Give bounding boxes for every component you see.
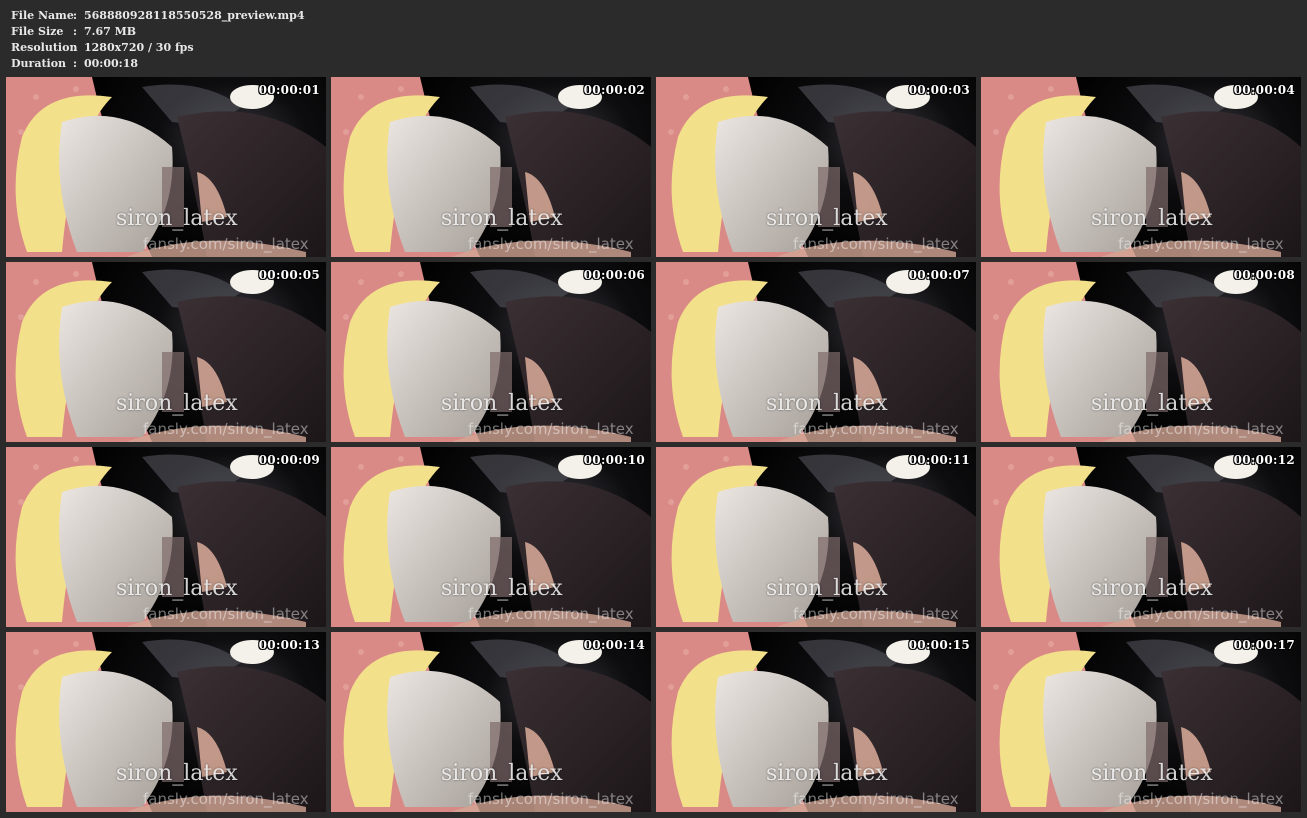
watermark-username: siron_latex [116,391,238,416]
watermark-url: fansly.com/siron_latex [1118,420,1284,438]
watermark-url: fansly.com/siron_latex [793,420,959,438]
timestamp-label: 00:00:17 [1233,638,1295,652]
watermark-username: siron_latex [441,206,563,231]
watermark-url: fansly.com/siron_latex [793,605,959,623]
watermark-username: siron_latex [766,761,888,786]
video-thumbnail[interactable]: 00:00:10 siron_latex fansly.com/siron_late… [331,447,651,627]
file-name-value: 568880928118550528_preview.mp4 [84,9,305,22]
file-size-label: File Size [11,25,64,38]
timestamp-label: 00:00:12 [1233,453,1295,467]
separator: : [73,9,78,22]
file-size-row: File Size : 7.67 MB [11,24,305,40]
file-size-value: 7.67 MB [84,25,137,38]
watermark-url: fansly.com/siron_latex [468,605,634,623]
watermark-url: fansly.com/siron_latex [143,790,309,808]
timestamp-label: 00:00:02 [583,83,645,97]
video-thumbnail[interactable]: 00:00:04 siron_latex fansly.com/siron_late… [981,77,1301,257]
watermark-username: siron_latex [116,206,238,231]
watermark-url: fansly.com/siron_latex [793,235,959,253]
watermark-url: fansly.com/siron_latex [1118,605,1284,623]
watermark-username: siron_latex [116,761,238,786]
video-thumbnail[interactable]: 00:00:09 siron_latex fansly.com/siron_late… [6,447,326,627]
watermark-username: siron_latex [766,576,888,601]
timestamp-label: 00:00:07 [908,268,970,282]
duration-value: 00:00:18 [84,57,139,70]
watermark-url: fansly.com/siron_latex [468,790,634,808]
duration-label: Duration [11,57,67,70]
resolution-label: Resolution [11,41,78,54]
video-thumbnail[interactable]: 00:00:03 siron_latex fansly.com/siron_late… [656,77,976,257]
watermark-username: siron_latex [441,391,563,416]
watermark-username: siron_latex [766,206,888,231]
video-thumbnail[interactable]: 00:00:11 siron_latex fansly.com/siron_late… [656,447,976,627]
video-thumbnail[interactable]: 00:00:07 siron_latex fansly.com/siron_late… [656,262,976,442]
timestamp-label: 00:00:06 [583,268,645,282]
watermark-username: siron_latex [1091,576,1213,601]
watermark-username: siron_latex [1091,761,1213,786]
watermark-username: siron_latex [1091,391,1213,416]
file-name-label: File Name [11,9,74,22]
timestamp-label: 00:00:13 [258,638,320,652]
file-info-panel: File Name : 568880928118550528_preview.m… [11,8,305,72]
timestamp-label: 00:00:15 [908,638,970,652]
timestamp-label: 00:00:10 [583,453,645,467]
timestamp-label: 00:00:04 [1233,83,1295,97]
watermark-url: fansly.com/siron_latex [793,790,959,808]
file-name-row: File Name : 568880928118550528_preview.m… [11,8,305,24]
watermark-url: fansly.com/siron_latex [468,235,634,253]
timestamp-label: 00:00:08 [1233,268,1295,282]
separator: : [73,57,78,70]
thumbnail-grid: 00:00:01 siron_latex fansly.com/siron_late… [6,77,1301,812]
separator: : [73,41,78,54]
timestamp-label: 00:00:14 [583,638,645,652]
watermark-url: fansly.com/siron_latex [1118,790,1284,808]
video-thumbnail[interactable]: 00:00:13 siron_latex fansly.com/siron_late… [6,632,326,812]
video-thumbnail[interactable]: 00:00:06 siron_latex fansly.com/siron_late… [331,262,651,442]
video-thumbnail[interactable]: 00:00:17 siron_latex fansly.com/siron_late… [981,632,1301,812]
watermark-url: fansly.com/siron_latex [143,420,309,438]
watermark-username: siron_latex [1091,206,1213,231]
watermark-username: siron_latex [441,576,563,601]
resolution-row: Resolution : 1280x720 / 30 fps [11,40,305,56]
watermark-url: fansly.com/siron_latex [468,420,634,438]
video-thumbnail[interactable]: 00:00:08 siron_latex fansly.com/siron_late… [981,262,1301,442]
timestamp-label: 00:00:09 [258,453,320,467]
separator: : [73,25,78,38]
video-thumbnail[interactable]: 00:00:14 siron_latex fansly.com/siron_late… [331,632,651,812]
video-thumbnail[interactable]: 00:00:15 siron_latex fansly.com/siron_late… [656,632,976,812]
resolution-value: 1280x720 / 30 fps [84,41,194,54]
watermark-url: fansly.com/siron_latex [1118,235,1284,253]
timestamp-label: 00:00:03 [908,83,970,97]
duration-row: Duration : 00:00:18 [11,56,305,72]
video-thumbnail[interactable]: 00:00:02 siron_latex fansly.com/siron_late… [331,77,651,257]
watermark-url: fansly.com/siron_latex [143,605,309,623]
watermark-url: fansly.com/siron_latex [143,235,309,253]
timestamp-label: 00:00:05 [258,268,320,282]
watermark-username: siron_latex [116,576,238,601]
timestamp-label: 00:00:11 [908,453,970,467]
watermark-username: siron_latex [441,761,563,786]
watermark-username: siron_latex [766,391,888,416]
video-thumbnail[interactable]: 00:00:12 siron_latex fansly.com/siron_late… [981,447,1301,627]
timestamp-label: 00:00:01 [258,83,320,97]
video-thumbnail[interactable]: 00:00:05 siron_latex fansly.com/siron_late… [6,262,326,442]
video-thumbnail[interactable]: 00:00:01 siron_latex fansly.com/siron_late… [6,77,326,257]
